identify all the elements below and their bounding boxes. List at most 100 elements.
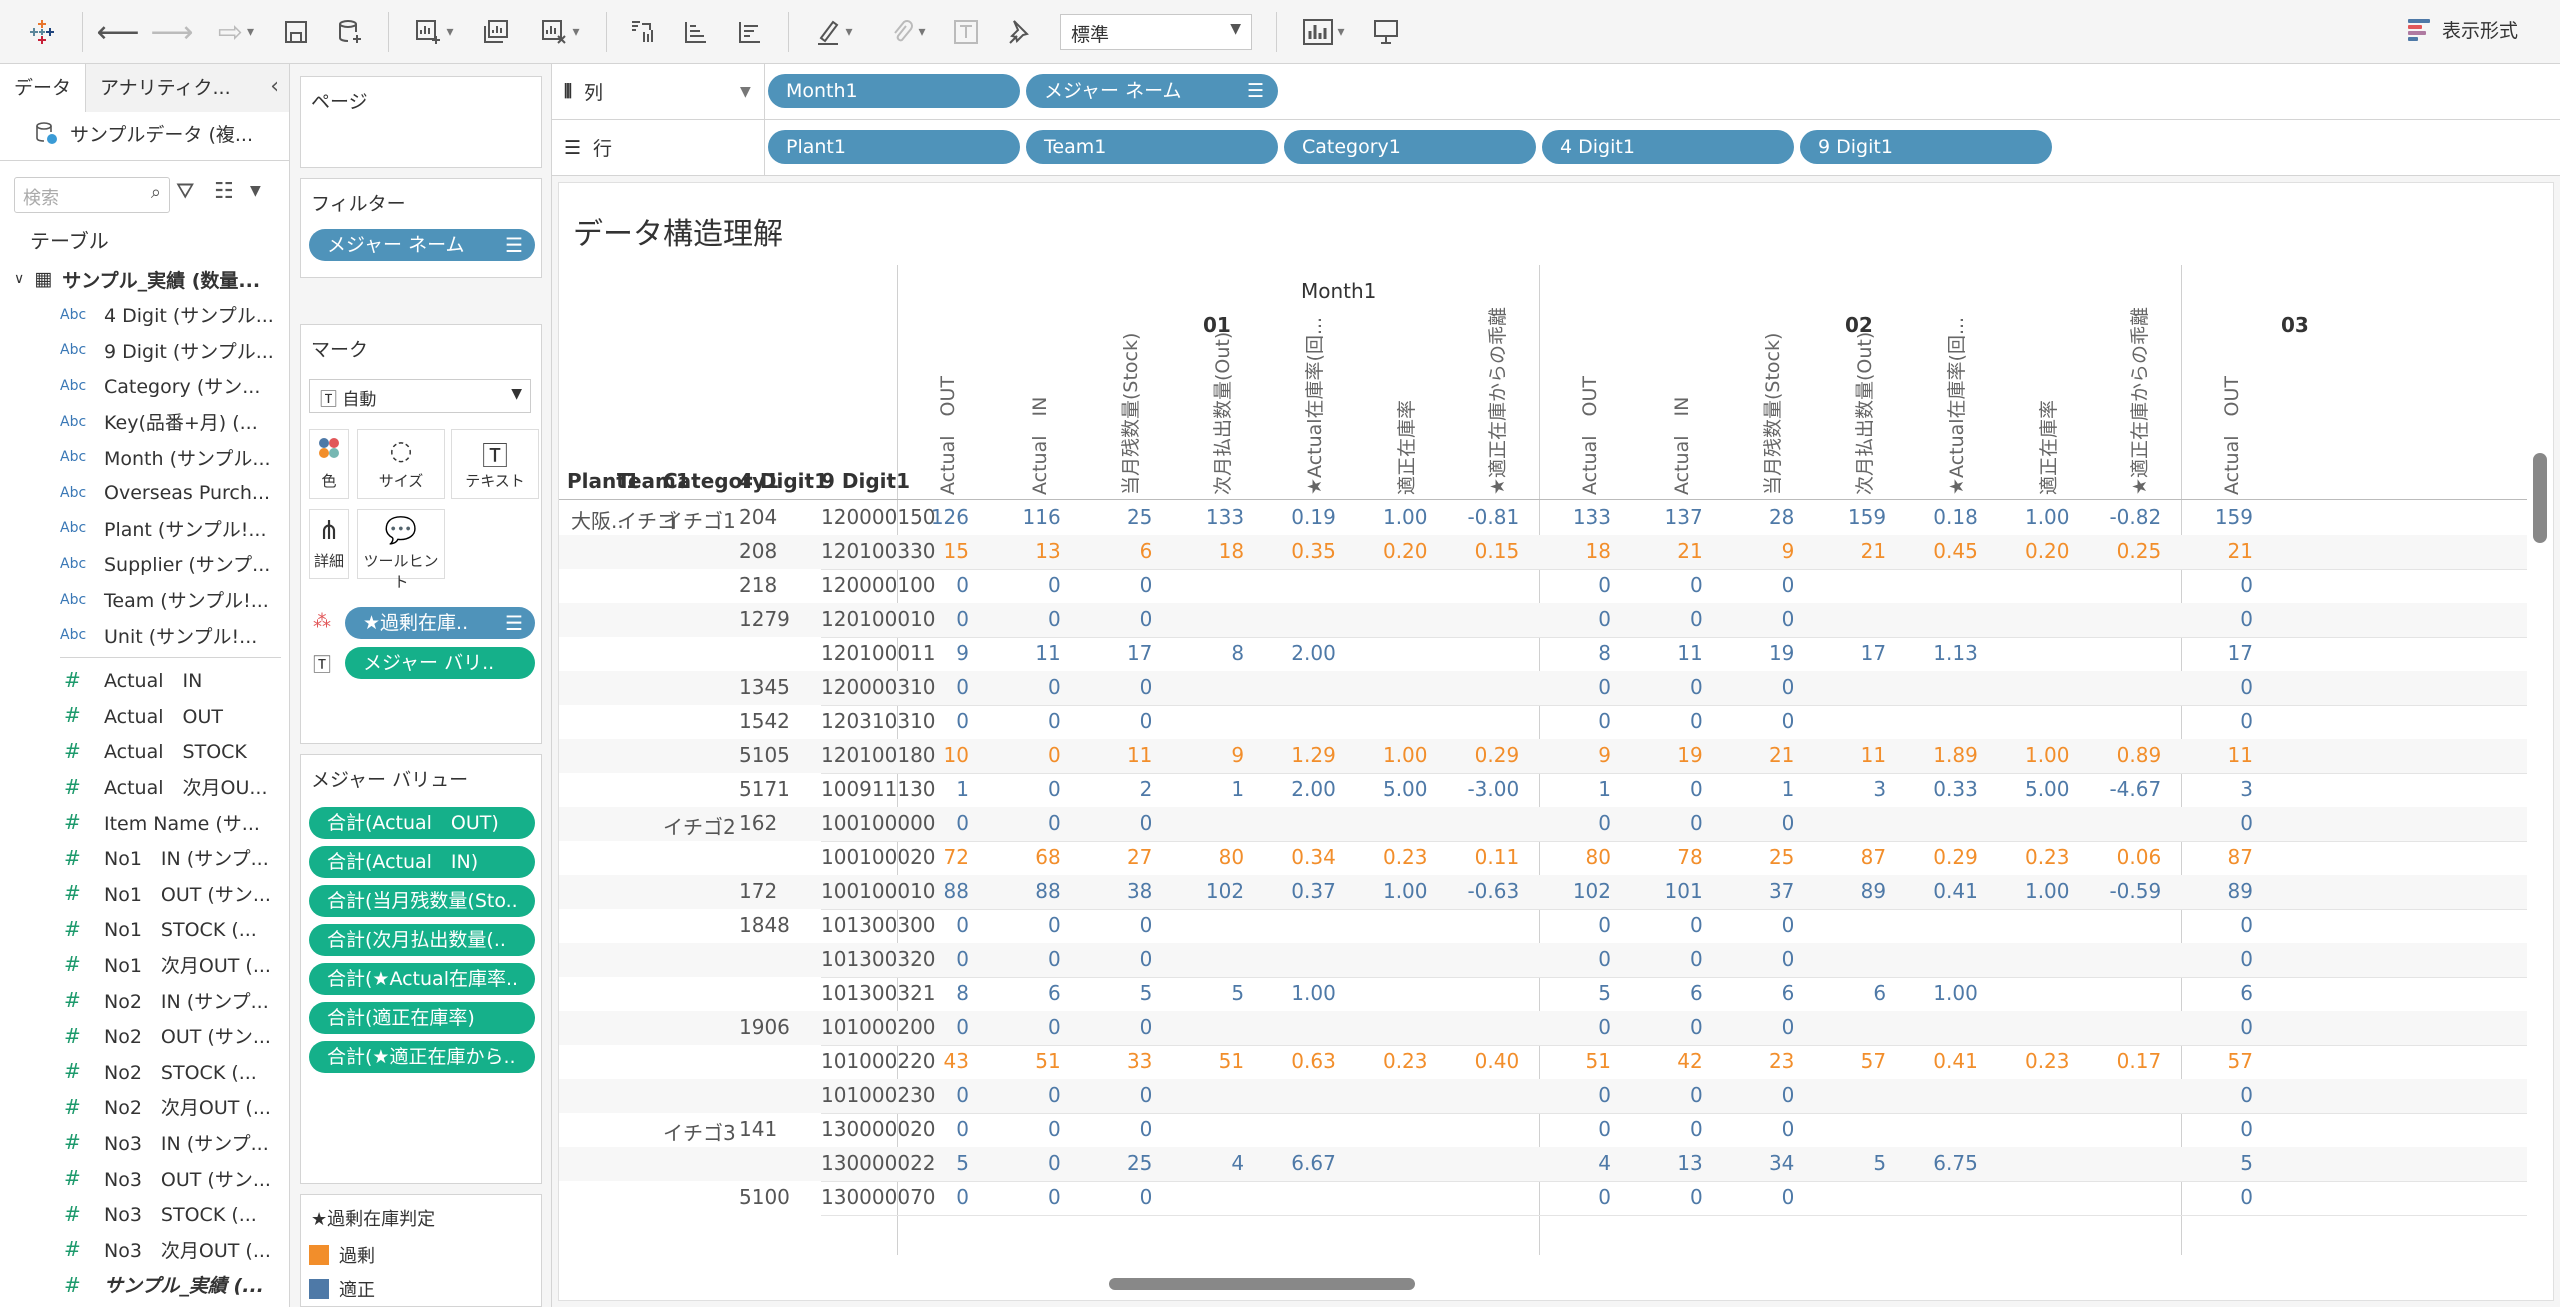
dimension-field[interactable]: Abc Month (サンプル... [0,439,289,475]
value-cell[interactable]: 13 [991,539,1060,563]
value-cell[interactable]: 0.23 [1358,845,1428,869]
row-pill-4digit[interactable]: 4 Digit1 [1542,130,1794,164]
value-cell[interactable]: 0.20 [2000,539,2070,563]
value-cell[interactable]: 0 [1724,1083,1795,1107]
swap-axes-icon[interactable] [620,12,664,52]
attach-icon[interactable]: ▾ [876,12,940,52]
filters-card[interactable]: フィルター メジャー ネーム ☰ [300,178,542,278]
value-cell[interactable]: 0 [1633,913,1703,937]
value-cell[interactable]: 88 [899,879,969,903]
presentation-icon[interactable] [1364,12,1408,52]
value-cell[interactable]: 21 [1724,743,1794,767]
legend-item-over[interactable]: 過剰 [309,1241,375,1269]
value-cell[interactable]: 13 [1633,1151,1702,1175]
value-cell[interactable]: 23 [1724,1049,1794,1073]
dimension-field[interactable]: Abc Category (サン... [0,368,289,404]
value-cell[interactable]: 4 [1541,1151,1611,1175]
value-cell[interactable]: 0 [1541,947,1611,971]
value-cell[interactable]: 28 [1724,505,1794,529]
value-cell[interactable]: -3.00 [1449,777,1519,801]
value-cell[interactable]: 126 [899,505,969,529]
value-cell[interactable]: 0.17 [2091,1049,2162,1073]
value-cell[interactable]: 0 [1724,811,1795,835]
value-cell[interactable]: 57 [1816,1049,1886,1073]
tableau-logo-icon[interactable] [22,12,62,52]
value-cell[interactable]: 133 [1541,505,1611,529]
measure-field[interactable]: # Actual OUT [0,698,289,734]
measure-field[interactable]: # No3 STOCK (... [0,1196,289,1232]
value-cell[interactable]: 0 [2183,1083,2253,1107]
measure-field[interactable]: # No1 STOCK (... [0,911,289,947]
value-cell[interactable]: 1.29 [1266,743,1336,767]
value-cell[interactable]: 0.18 [1908,505,1978,529]
value-cell[interactable]: 0 [1724,1185,1795,1209]
value-cell[interactable]: 78 [1633,845,1702,869]
value-cell[interactable]: 0 [899,1117,969,1141]
dimension-field[interactable]: Abc Plant (サンプル!... [0,511,289,547]
value-cell[interactable]: 0.25 [2091,539,2162,563]
value-cell[interactable]: -0.82 [2091,505,2161,529]
value-cell[interactable]: 21 [2183,539,2253,563]
value-cell[interactable]: 0 [991,1015,1061,1039]
sort-desc-icon[interactable] [728,12,772,52]
measure-value-pill[interactable]: 合計(★適正在庫から.. [309,1041,535,1073]
value-cell[interactable]: 0 [1633,947,1703,971]
value-cell[interactable]: 15 [899,539,969,563]
value-cell[interactable]: 21 [1633,539,1702,563]
value-cell[interactable]: 42 [1633,1049,1702,1073]
value-cell[interactable]: 9 [1724,539,1795,563]
value-cell[interactable]: -0.63 [1449,879,1519,903]
value-cell[interactable]: 1.00 [1266,981,1336,1005]
value-cell[interactable]: 18 [1541,539,1611,563]
value-cell[interactable]: 0 [1724,1015,1795,1039]
value-cell[interactable]: 68 [991,845,1060,869]
dimension-field[interactable]: Abc 4 Digit (サンプル... [0,297,289,333]
value-cell[interactable]: 5 [1174,981,1244,1005]
label-icon[interactable] [946,12,986,52]
tooltip-button[interactable]: 💬 ツールヒント [357,509,445,591]
measure-field[interactable]: # No1 OUT (サン... [0,876,289,912]
value-cell[interactable]: 0 [991,1083,1061,1107]
value-cell[interactable]: 5 [1541,981,1611,1005]
value-cell[interactable]: 25 [1082,505,1152,529]
value-cell[interactable]: 89 [1816,879,1886,903]
value-cell[interactable]: 0 [2183,675,2253,699]
value-cell[interactable]: 0 [2183,1185,2253,1209]
value-cell[interactable]: 0 [1541,1083,1611,1107]
value-cell[interactable]: 0 [1082,573,1153,597]
value-cell[interactable]: 0 [1724,675,1795,699]
new-datasource-icon[interactable] [328,12,372,52]
value-cell[interactable]: 0 [991,1117,1061,1141]
value-cell[interactable]: 0 [1082,709,1153,733]
value-cell[interactable]: 1.00 [1358,505,1428,529]
value-cell[interactable]: 1 [1724,777,1795,801]
value-cell[interactable]: 0 [1082,675,1153,699]
value-cell[interactable]: 0 [991,1151,1061,1175]
value-cell[interactable]: 6.75 [1908,1151,1978,1175]
value-cell[interactable]: 102 [1541,879,1611,903]
value-cell[interactable]: 0 [899,913,969,937]
value-cell[interactable]: 0 [1724,947,1795,971]
measure-value-pill[interactable]: 合計(適正在庫率) [309,1002,535,1034]
value-cell[interactable]: 137 [1633,505,1703,529]
value-cell[interactable]: 1 [899,777,969,801]
value-cell[interactable]: 0 [1633,675,1703,699]
value-cell[interactable]: 0 [2183,607,2253,631]
value-cell[interactable]: 2 [1082,777,1153,801]
value-cell[interactable]: 0.89 [2091,743,2162,767]
value-cell[interactable]: 0 [1724,607,1795,631]
value-cell[interactable]: 0 [899,607,969,631]
dimension-field[interactable]: Abc Unit (サンプル!... [0,617,289,653]
value-cell[interactable]: 6 [1633,981,1703,1005]
value-cell[interactable]: 102 [1174,879,1244,903]
value-cell[interactable]: 8 [1541,641,1611,665]
value-cell[interactable]: 87 [2183,845,2253,869]
mark-pill-color[interactable]: ★過剰在庫.. ☰ [345,607,535,639]
value-cell[interactable]: 5.00 [2000,777,2070,801]
value-cell[interactable]: 34 [1724,1151,1794,1175]
value-cell[interactable]: 159 [1816,505,1886,529]
value-cell[interactable]: 1.00 [1908,981,1978,1005]
value-cell[interactable]: 0 [1541,607,1611,631]
pin-icon[interactable] [996,12,1040,52]
value-cell[interactable]: 2.00 [1266,777,1336,801]
